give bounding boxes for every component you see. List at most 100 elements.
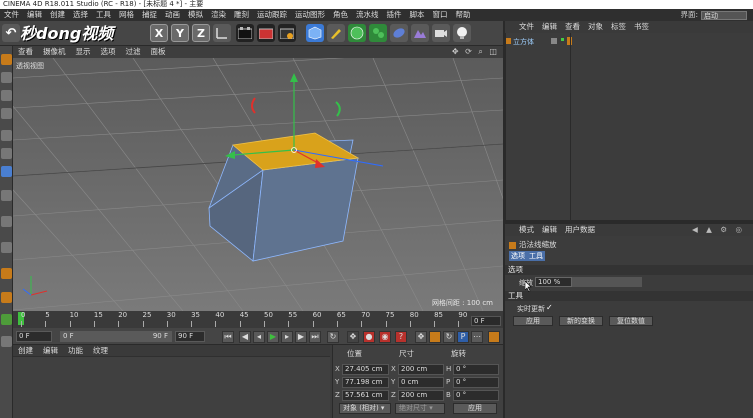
- position-x-field[interactable]: 27.405 cm: [342, 364, 389, 375]
- loop-icon[interactable]: ↻: [327, 331, 339, 343]
- menu-simulate[interactable]: 模拟: [184, 9, 207, 21]
- workplane-mode-icon[interactable]: [1, 108, 12, 119]
- lock-workplane-icon[interactable]: [1, 292, 12, 303]
- point-level-animation-icon[interactable]: ⋯: [471, 331, 483, 343]
- menu-plugins[interactable]: 插件: [383, 9, 406, 21]
- menu-snap[interactable]: 捕捉: [138, 9, 161, 21]
- go-to-end-icon[interactable]: ⏭: [309, 331, 321, 343]
- menu-render[interactable]: 渲染: [207, 9, 230, 21]
- realtime-update-checkbox[interactable]: ✓: [546, 303, 553, 312]
- end-frame-field[interactable]: 90 F: [175, 331, 205, 342]
- menu-edit[interactable]: 编辑: [23, 9, 46, 21]
- tweak-mode-icon[interactable]: [1, 216, 12, 227]
- menu-animate[interactable]: 动画: [161, 9, 184, 21]
- attribute-menu-user-data[interactable]: 用户数据: [561, 224, 599, 236]
- coordinate-mode-dropdown[interactable]: 对象 (相对) ▾: [339, 403, 391, 414]
- start-frame-field[interactable]: 0 F: [16, 331, 52, 342]
- snapping-icon[interactable]: [1, 242, 12, 253]
- scale-field[interactable]: 100 %: [535, 277, 572, 287]
- menu-motion-tracker[interactable]: 运动跟踪: [253, 9, 291, 21]
- size-x-field[interactable]: 200 cm: [398, 364, 444, 375]
- viewport-menu-options[interactable]: 选项: [96, 46, 121, 58]
- apply-button[interactable]: 应用: [513, 316, 553, 326]
- parameter-key-icon[interactable]: P: [457, 331, 469, 343]
- edges-mode-icon[interactable]: [1, 148, 12, 159]
- previous-key-icon[interactable]: ◀: [239, 331, 251, 343]
- previous-frame-icon[interactable]: ◂: [253, 331, 265, 343]
- preview-range-slider[interactable]: 0 F 90 F: [60, 331, 172, 342]
- menu-pipeline[interactable]: 流水线: [352, 9, 383, 21]
- axis-y-button[interactable]: Y: [171, 24, 189, 42]
- timeline-window-icon[interactable]: [488, 331, 500, 343]
- axis-mode-icon[interactable]: [1, 190, 12, 201]
- cube-object[interactable]: [208, 132, 360, 262]
- menu-mograph[interactable]: 运动图形: [291, 9, 329, 21]
- polygons-mode-icon[interactable]: [1, 166, 12, 177]
- object-menu-objects[interactable]: 对象: [584, 21, 607, 33]
- menu-mesh[interactable]: 网格: [115, 9, 138, 21]
- position-y-field[interactable]: 77.198 cm: [342, 377, 389, 388]
- rotation-p-field[interactable]: 0 °: [453, 377, 499, 388]
- position-key-icon[interactable]: ✥: [415, 331, 427, 343]
- object-menu-bookmarks[interactable]: 书签: [630, 21, 653, 33]
- axis-z-button[interactable]: Z: [192, 24, 210, 42]
- tab-options[interactable]: 选项: [509, 251, 527, 261]
- make-editable-icon[interactable]: [1, 54, 12, 65]
- cube-primitive-icon[interactable]: [306, 24, 324, 42]
- menu-select[interactable]: 选择: [69, 9, 92, 21]
- menu-character[interactable]: 角色: [329, 9, 352, 21]
- spline-pen-icon[interactable]: [327, 24, 345, 42]
- subdivision-surface-icon[interactable]: [348, 24, 366, 42]
- play-icon[interactable]: ▶: [267, 331, 279, 343]
- texture-mode-icon[interactable]: [1, 90, 12, 101]
- rotation-key-icon[interactable]: ↻: [443, 331, 455, 343]
- viewport-menu-filter[interactable]: 过滤: [121, 46, 146, 58]
- points-mode-icon[interactable]: [1, 130, 12, 141]
- current-frame-field[interactable]: 0 F: [471, 316, 501, 326]
- material-manager[interactable]: 创建 编辑 功能 纹理: [13, 345, 330, 418]
- object-menu-edit[interactable]: 编辑: [538, 21, 561, 33]
- menu-create[interactable]: 创建: [46, 9, 69, 21]
- locked-workplane-icon[interactable]: [1, 314, 12, 325]
- rotation-b-field[interactable]: 0 °: [453, 390, 499, 401]
- camera-icon[interactable]: [432, 24, 450, 42]
- viewport-navigation-icons[interactable]: ✥ ⟳ ⌕ ◫: [452, 46, 499, 58]
- apply-coordinates-button[interactable]: 应用: [453, 403, 497, 414]
- menu-window[interactable]: 窗口: [429, 9, 452, 21]
- object-name[interactable]: 立方体: [513, 37, 534, 47]
- move-key-icon[interactable]: ✥: [347, 331, 359, 343]
- attribute-menu-mode[interactable]: 模式: [515, 224, 538, 236]
- next-frame-icon[interactable]: ▸: [281, 331, 293, 343]
- go-to-start-icon[interactable]: ⏮: [222, 331, 234, 343]
- object-row-cube[interactable]: 立方体: [505, 36, 753, 47]
- autokeying-icon[interactable]: ◉: [379, 331, 391, 343]
- layout-dropdown[interactable]: 启动: [701, 10, 747, 20]
- enabled-check-icon[interactable]: [561, 38, 564, 41]
- viewport-menu-camera[interactable]: 摄像机: [38, 46, 71, 58]
- tab-tool[interactable]: 工具: [527, 251, 545, 261]
- coordinate-system-icon[interactable]: [213, 24, 231, 42]
- cloner-icon[interactable]: [369, 24, 387, 42]
- attribute-nav-icons[interactable]: ◀ ▲ ⚙ ◎: [688, 224, 749, 236]
- object-manager[interactable]: 文件 编辑 查看 对象 标签 书签 立方体: [503, 21, 753, 220]
- undo-icon[interactable]: ↶: [2, 24, 20, 42]
- viewport-menu-view[interactable]: 查看: [13, 46, 38, 58]
- menu-tools[interactable]: 工具: [92, 9, 115, 21]
- scale-key-icon[interactable]: [429, 331, 441, 343]
- menu-help[interactable]: 帮助: [452, 9, 475, 21]
- keyframe-selection-icon[interactable]: ?: [395, 331, 407, 343]
- size-mode-dropdown[interactable]: 绝对尺寸 ▾: [395, 403, 445, 414]
- rotation-h-field[interactable]: 0 °: [453, 364, 499, 375]
- render-to-picture-viewer-icon[interactable]: [257, 24, 275, 42]
- material-menu-texture[interactable]: 纹理: [88, 345, 113, 357]
- position-z-field[interactable]: 57.561 cm: [342, 390, 389, 401]
- menu-file[interactable]: 文件: [0, 9, 23, 21]
- next-key-icon[interactable]: ▶: [295, 331, 307, 343]
- model-mode-icon[interactable]: [1, 72, 12, 83]
- light-icon[interactable]: [453, 24, 471, 42]
- record-active-icon[interactable]: ●: [363, 331, 375, 343]
- axis-x-button[interactable]: X: [150, 24, 168, 42]
- planar-workplane-icon[interactable]: [1, 336, 12, 347]
- viewport-menu-display[interactable]: 显示: [71, 46, 96, 58]
- new-transform-button[interactable]: 新的变换: [559, 316, 603, 326]
